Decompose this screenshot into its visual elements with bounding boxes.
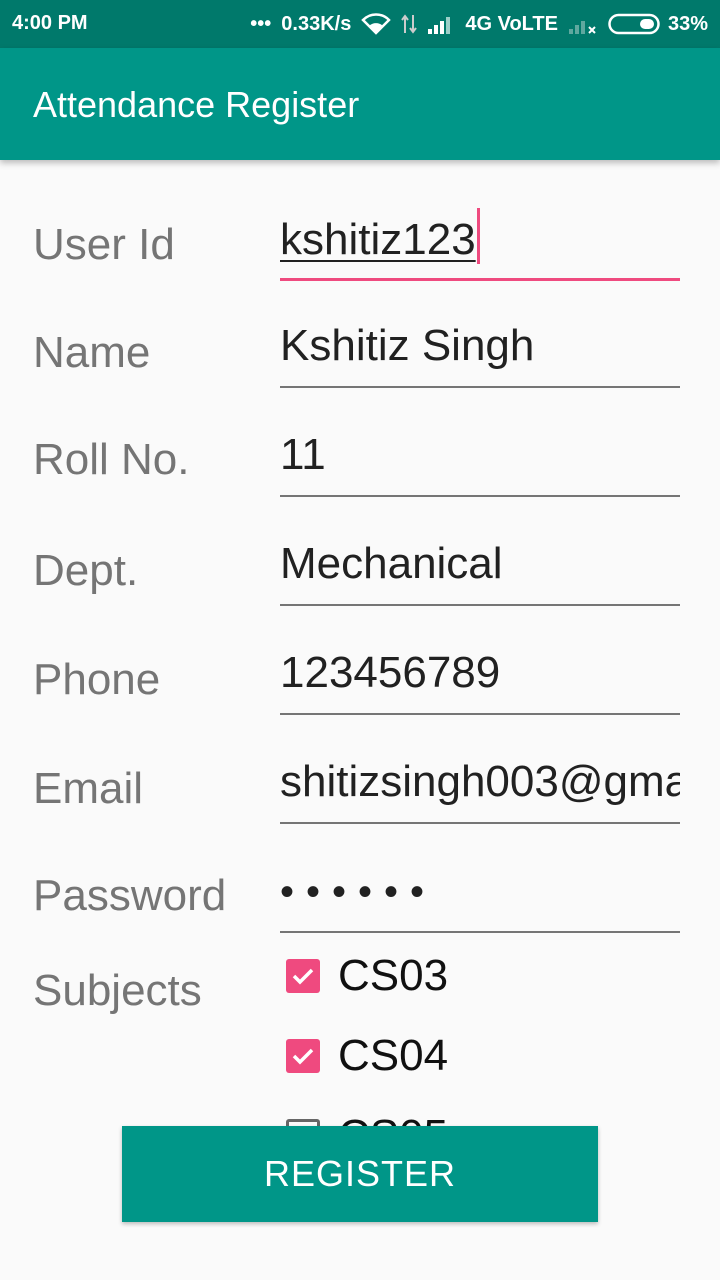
roll-no-input[interactable]: 11 xyxy=(280,425,680,497)
data-arrows-icon xyxy=(401,13,418,35)
text-cursor xyxy=(476,208,480,264)
phone-value: 123456789 xyxy=(280,648,501,697)
battery-icon xyxy=(608,13,662,35)
password-label: Password xyxy=(33,871,227,920)
name-label: Name xyxy=(33,328,151,377)
user-id-label: User Id xyxy=(33,220,175,269)
name-row: Name Kshitiz Singh xyxy=(0,308,720,416)
status-icons: ••• 0.33K/s 4G VoLTE 33% xyxy=(250,11,708,37)
user-id-value: kshitiz123 xyxy=(280,215,476,264)
password-input[interactable]: •••••• xyxy=(280,861,680,933)
password-value: •••••• xyxy=(280,870,437,914)
name-value: Kshitiz Singh xyxy=(280,321,535,370)
more-notifications-icon: ••• xyxy=(250,12,272,35)
subject-checkbox-cs04[interactable]: CS04 xyxy=(286,1016,448,1096)
dept-input[interactable]: Mechanical xyxy=(280,534,680,606)
checkbox-checked-icon xyxy=(286,1039,320,1073)
signal-icon xyxy=(427,13,455,35)
dept-value: Mechanical xyxy=(280,539,503,588)
subjects-list: CS03 CS04 CS05 xyxy=(286,936,706,1126)
roll-no-value: 11 xyxy=(280,430,326,479)
email-label: Email xyxy=(33,764,144,813)
roll-no-label: Roll No. xyxy=(33,435,190,484)
register-button[interactable]: REGISTER xyxy=(122,1126,598,1222)
email-value: shitizsingh003@gmail.com xyxy=(280,757,680,806)
dept-label: Dept. xyxy=(33,546,139,595)
subject-checkbox-cs03[interactable]: CS03 xyxy=(286,936,448,1016)
email-input[interactable]: shitizsingh003@gmail.com xyxy=(280,752,680,824)
subjects-label: Subjects xyxy=(33,966,202,1015)
user-id-input[interactable]: kshitiz123 xyxy=(280,208,680,281)
phone-input[interactable]: 123456789 xyxy=(280,643,680,715)
app-title: Attendance Register xyxy=(33,84,360,125)
roll-no-row: Roll No. 11 xyxy=(0,417,720,525)
phone-label: Phone xyxy=(33,655,161,704)
net-speed: 0.33K/s xyxy=(281,12,352,35)
checkbox-unchecked-icon xyxy=(286,1119,320,1126)
wifi-icon xyxy=(361,13,392,35)
email-row: Email shitizsingh003@gmail.com xyxy=(0,744,720,852)
subject-label: CS04 xyxy=(338,1031,449,1080)
signal-no-sim-icon xyxy=(568,13,598,35)
status-bar: 4:00 PM ••• 0.33K/s 4G VoLTE 33% xyxy=(0,0,720,48)
status-time: 4:00 PM xyxy=(12,12,88,34)
name-input[interactable]: Kshitiz Singh xyxy=(280,316,680,388)
subject-label: CS03 xyxy=(338,951,449,1000)
subject-label: CS05 xyxy=(338,1111,448,1126)
battery-level: 33% xyxy=(667,12,708,35)
subject-checkbox-cs05[interactable]: CS05 xyxy=(286,1096,448,1126)
app-bar: Attendance Register xyxy=(0,48,720,160)
dept-row: Dept. Mechanical xyxy=(0,526,720,634)
phone-row: Phone 123456789 xyxy=(0,635,720,743)
checkbox-checked-icon xyxy=(286,959,320,993)
user-id-row: User Id kshitiz123 xyxy=(0,200,720,308)
network-type: 4G VoLTE xyxy=(465,12,558,35)
battery: 33% xyxy=(608,13,708,36)
